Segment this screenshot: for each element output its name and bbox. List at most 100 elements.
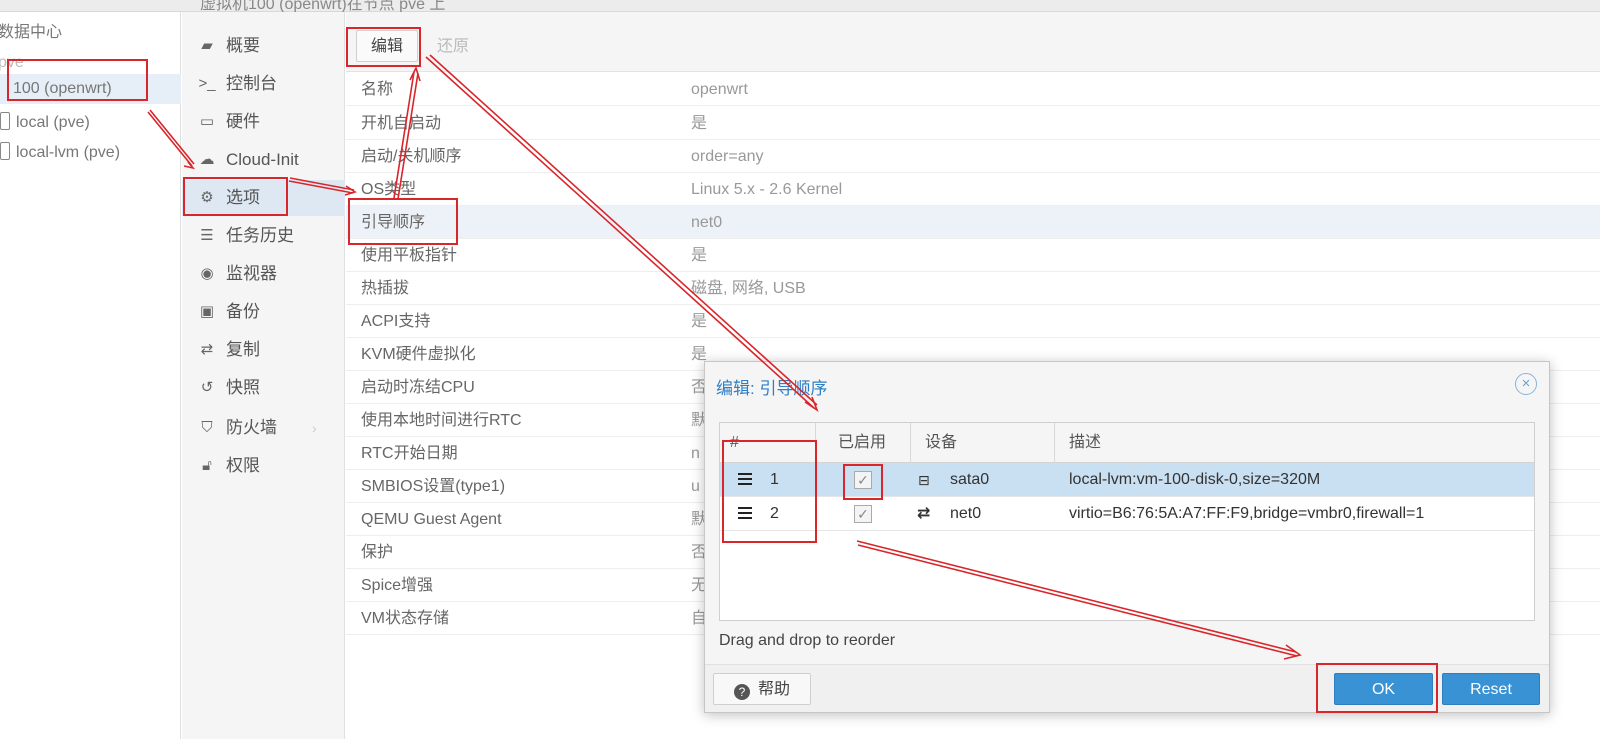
option-key: 启动时冻结CPU	[361, 379, 475, 396]
boot-order-dialog: 编辑: 引导顺序 × # 已启用 设备 描述 1 ✓ ⊟ sata0 local…	[704, 361, 1550, 713]
option-key: 使用本地时间进行RTC	[361, 412, 522, 429]
table-row[interactable]: 2 ✓ ⇄ net0 virtio=B6:76:5A:A7:FF:F9,brid…	[720, 497, 1534, 531]
column-header-enabled[interactable]: 已启用	[816, 423, 911, 463]
highlight-box-boot-order	[348, 198, 458, 245]
menu-item-hardware[interactable]: ▭ 硬件	[182, 104, 345, 140]
highlight-box-checkbox	[843, 464, 883, 500]
option-row-acpi[interactable]: ACPI支持 是	[346, 305, 1600, 338]
menu-item-cloud-init[interactable]: ☁ Cloud-Init	[182, 142, 345, 178]
row-device: net0	[950, 505, 982, 522]
hdd-icon: ⊟	[918, 472, 930, 488]
menu-item-label: Cloud-Init	[226, 150, 299, 169]
options-toolbar: 编辑 还原	[346, 12, 1600, 72]
menu-item-label: 权限	[226, 456, 260, 475]
option-value: 是	[691, 313, 708, 330]
column-header-desc[interactable]: 描述	[1055, 423, 1534, 463]
option-value: n	[691, 445, 700, 462]
row-desc: virtio=B6:76:5A:A7:FF:F9,bridge=vmbr0,fi…	[1069, 505, 1425, 522]
option-value: u	[691, 478, 700, 495]
highlight-box-handles	[722, 440, 817, 543]
row-desc: local-lvm:vm-100-disk-0,size=320M	[1069, 471, 1321, 488]
menu-item-firewall[interactable]: ⛉ 防火墙 ›	[182, 410, 345, 446]
list-icon: ☰	[200, 227, 214, 244]
menu-item-backup[interactable]: ▣ 备份	[182, 294, 345, 330]
option-row-hotplug[interactable]: 热插拔 磁盘, 网络, USB	[346, 272, 1600, 305]
menu-item-label: 硬件	[226, 112, 260, 131]
option-key: 热插拔	[361, 280, 410, 297]
terminal-icon: >_	[198, 75, 216, 92]
dialog-header: 编辑: 引导顺序 ×	[705, 362, 1549, 408]
proxmox-vm-options-view: 虚拟机100 (openwrt)在节点 pve 上 数据中心 pve 100 (…	[0, 0, 1600, 739]
menu-item-snapshots[interactable]: ↺ 快照	[182, 370, 345, 406]
dialog-body: # 已启用 设备 描述 1 ✓ ⊟ sata0 local-lvm:vm-100…	[705, 408, 1549, 664]
window-title-bar: 虚拟机100 (openwrt)在节点 pve 上	[0, 0, 1600, 13]
close-icon[interactable]: ×	[1515, 373, 1537, 395]
row-device: sata0	[950, 471, 990, 488]
menu-item-label: 快照	[226, 378, 260, 397]
menu-item-label: 防火墙	[226, 418, 277, 437]
highlight-box-edit	[346, 27, 421, 67]
storage-icon	[0, 112, 10, 130]
option-row-tablet[interactable]: 使用平板指针是	[346, 239, 1600, 272]
menu-item-monitor[interactable]: ◉ 监视器	[182, 256, 345, 292]
retweet-icon: ⇄	[200, 341, 214, 358]
column-header-device[interactable]: 设备	[911, 423, 1055, 463]
dialog-title: 编辑: 引导顺序	[716, 379, 828, 398]
menu-item-summary[interactable]: ▰ 概要	[182, 28, 345, 64]
option-key: 名称	[361, 81, 394, 98]
floppy-icon: ▣	[199, 303, 215, 320]
tree-node-label: local-lvm (pve)	[16, 144, 121, 161]
enabled-checkbox[interactable]: ✓	[854, 505, 872, 523]
highlight-box-ok	[1316, 663, 1438, 713]
option-value: 磁盘, 网络, USB	[691, 280, 806, 297]
menu-item-label: 任务历史	[226, 226, 294, 245]
option-row-ostype[interactable]: OS类型 Linux 5.x - 2.6 Kernel	[346, 173, 1600, 206]
option-row-onboot[interactable]: 开机自启动 是	[346, 107, 1600, 140]
help-label: 帮助	[757, 681, 790, 698]
highlight-box-vm	[7, 59, 148, 101]
option-key: ACPI支持	[361, 313, 431, 330]
resource-tree: 数据中心 pve 100 (openwrt) local (pve) local…	[0, 12, 181, 739]
menu-item-task-history[interactable]: ☰ 任务历史	[182, 218, 345, 254]
option-value: order=any	[691, 148, 764, 165]
storage-icon	[0, 142, 10, 160]
unlock-icon: 🔓︎	[202, 457, 212, 474]
option-key: 启动/关机顺序	[361, 148, 462, 165]
shield-icon: ⛉	[201, 419, 213, 436]
table-header: # 已启用 设备 描述	[720, 423, 1534, 463]
option-key: QEMU Guest Agent	[361, 511, 502, 528]
menu-item-console[interactable]: >_ 控制台	[182, 66, 345, 102]
option-key: RTC开始日期	[361, 445, 458, 462]
option-value: openwrt	[691, 81, 748, 98]
option-value: Linux 5.x - 2.6 Kernel	[691, 181, 843, 198]
book-icon: ▰	[201, 37, 213, 54]
menu-item-permissions[interactable]: 🔓︎ 权限	[182, 448, 345, 484]
option-value: 是	[691, 247, 708, 264]
menu-item-label: 复制	[226, 340, 260, 359]
menu-item-label: 概要	[226, 36, 260, 55]
drag-hint: Drag and drop to reorder	[719, 632, 896, 649]
tree-node-storage-local-lvm[interactable]: local-lvm (pve)	[0, 138, 120, 168]
history-icon: ↺	[200, 379, 214, 396]
option-row-startup[interactable]: 启动/关机顺序 order=any	[346, 140, 1600, 173]
help-button[interactable]: ? 帮助	[713, 673, 811, 705]
option-row-name[interactable]: 名称 openwrt	[346, 73, 1600, 106]
highlight-box-options	[183, 177, 288, 216]
tree-node-storage-local[interactable]: local (pve)	[0, 108, 90, 138]
vm-menu: ▰ 概要 >_ 控制台 ▭ 硬件 ☁ Cloud-Init ⚙ 选项 ☰ 任务历史 ◉ 监视器…	[182, 12, 345, 739]
reset-button[interactable]: Reset	[1442, 673, 1540, 705]
option-key: SMBIOS设置(type1)	[361, 478, 506, 495]
option-key: 开机自启动	[361, 115, 442, 132]
question-icon: ?	[733, 684, 750, 700]
tree-node-datacenter[interactable]: 数据中心	[0, 18, 62, 48]
option-row-boot-order[interactable]: 引导顺序 net0	[346, 206, 1600, 239]
option-key: VM状态存储	[361, 610, 450, 627]
option-key: 保护	[361, 544, 394, 561]
tree-node-label: local (pve)	[16, 114, 90, 131]
option-value: 是	[691, 115, 708, 132]
cloud-icon: ☁	[199, 151, 215, 168]
revert-button[interactable]: 还原	[422, 30, 484, 62]
chevron-right-icon: ›	[312, 420, 317, 436]
menu-item-label: 备份	[226, 302, 260, 321]
menu-item-replication[interactable]: ⇄ 复制	[182, 332, 345, 368]
